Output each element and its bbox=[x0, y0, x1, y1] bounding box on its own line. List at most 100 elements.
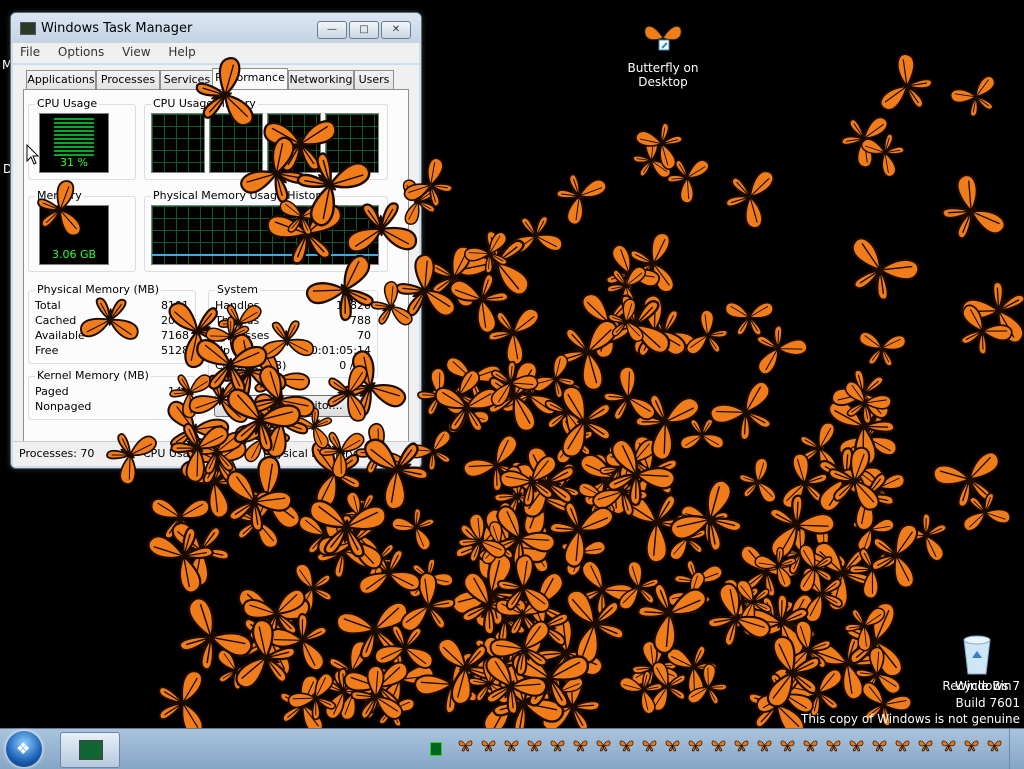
close-button[interactable]: ✕ bbox=[381, 21, 411, 39]
menu-file[interactable]: File bbox=[13, 43, 47, 59]
butterfly-tray-icon[interactable] bbox=[481, 739, 496, 754]
menu-view[interactable]: View bbox=[115, 43, 157, 59]
physical-memory-label: Physical Memory (MB) bbox=[35, 283, 162, 296]
butterfly-tray-icon[interactable] bbox=[941, 739, 956, 754]
task-manager-window[interactable]: Windows Task Manager — □ ✕ File Options … bbox=[10, 12, 422, 469]
tab-users[interactable]: Users bbox=[354, 70, 394, 89]
butterfly-sprite bbox=[474, 501, 519, 546]
butterfly-sprite bbox=[343, 661, 409, 714]
butterfly-tray-icon[interactable] bbox=[504, 739, 519, 754]
butterfly-sprite bbox=[941, 174, 1006, 240]
butterfly-sprite bbox=[679, 418, 725, 450]
butterfly-tray-icon[interactable] bbox=[734, 739, 749, 754]
resource-monitor-button[interactable]: Resource Monitor... bbox=[214, 395, 366, 417]
butterfly-sprite bbox=[631, 638, 678, 687]
butterfly-sprite bbox=[492, 664, 565, 728]
butterfly-sprite bbox=[447, 397, 490, 434]
menu-options[interactable]: Options bbox=[51, 43, 111, 59]
butterfly-tray-icon[interactable] bbox=[665, 739, 680, 754]
km-row: Paged 142 bbox=[35, 385, 189, 400]
butterfly-sprite bbox=[669, 514, 707, 561]
butterfly-tray-icon[interactable] bbox=[803, 739, 818, 754]
butterfly-tray-icon[interactable] bbox=[895, 739, 910, 754]
butterfly-tray-icon[interactable] bbox=[688, 739, 703, 754]
butterfly-sprite bbox=[497, 554, 551, 613]
butterfly-sprite bbox=[738, 457, 777, 504]
taskbar-task-manager[interactable] bbox=[60, 732, 120, 768]
butterfly-sprite bbox=[520, 593, 569, 658]
butterfly-tray-icon[interactable] bbox=[964, 739, 979, 754]
butterfly-sprite bbox=[561, 385, 612, 458]
butterfly-sprite bbox=[315, 517, 378, 579]
km-key: Paged bbox=[35, 385, 69, 398]
butterfly-sprite bbox=[844, 381, 892, 425]
butterfly-sprite bbox=[477, 508, 549, 579]
butterfly-sprite bbox=[932, 451, 1000, 508]
butterfly-sprite bbox=[707, 582, 771, 647]
butterfly-sprite bbox=[474, 594, 527, 643]
sys-row: Up Time 0:01:05:14 bbox=[215, 344, 371, 359]
butterfly-tray-icon[interactable] bbox=[527, 739, 542, 754]
tab-services[interactable]: Services bbox=[160, 70, 214, 89]
butterfly-tray-icon[interactable] bbox=[711, 739, 726, 754]
maximize-button[interactable]: □ bbox=[349, 21, 379, 39]
butterfly-sprite bbox=[158, 670, 204, 728]
menu-help[interactable]: Help bbox=[161, 43, 202, 59]
butterfly-tray-icon[interactable] bbox=[987, 739, 1002, 754]
butterfly-sprite bbox=[487, 361, 538, 432]
tab-applications[interactable]: Applications bbox=[26, 70, 96, 89]
butterfly-tray-icon[interactable] bbox=[780, 739, 795, 754]
butterfly-sprite bbox=[358, 549, 421, 595]
sys-row: Threads 788 bbox=[215, 314, 371, 329]
desktop-icon-butterfly[interactable]: Butterfly on Desktop bbox=[620, 18, 706, 89]
butterfly-tray-icon[interactable] bbox=[596, 739, 611, 754]
butterfly-sprite bbox=[756, 324, 808, 375]
butterfly-sprite bbox=[839, 468, 895, 531]
tab-processes[interactable]: Processes bbox=[96, 70, 160, 89]
butterfly-sprite bbox=[840, 116, 889, 169]
butterfly-sprite bbox=[781, 452, 828, 509]
pm-value: 7168 bbox=[161, 329, 189, 342]
butterfly-sprite bbox=[279, 674, 324, 728]
cpu-usage-label: CPU Usage bbox=[35, 97, 100, 110]
butterfly-sprite bbox=[756, 673, 814, 714]
butterfly-tray-icon[interactable] bbox=[872, 739, 887, 754]
butterfly-sprite bbox=[855, 469, 905, 507]
butterfly-sprite bbox=[450, 553, 525, 627]
km-value: 34 bbox=[175, 400, 189, 413]
butterfly-sprite bbox=[548, 501, 615, 568]
butterfly-sprite bbox=[666, 159, 710, 204]
butterfly-tray-icon[interactable] bbox=[849, 739, 864, 754]
window-title: Windows Task Manager bbox=[41, 21, 193, 36]
start-button[interactable]: ❖ bbox=[6, 731, 42, 767]
memory-history-graph bbox=[151, 205, 379, 265]
minimize-button[interactable]: — bbox=[317, 21, 347, 39]
butterfly-tray-icon[interactable] bbox=[458, 739, 473, 754]
butterfly-tray-icon[interactable] bbox=[757, 739, 772, 754]
title-bar[interactable]: Windows Task Manager — □ ✕ bbox=[11, 13, 421, 43]
butterfly-tray-icon[interactable] bbox=[550, 739, 565, 754]
butterfly-sprite bbox=[560, 531, 607, 577]
butterfly-sprite bbox=[226, 470, 293, 532]
butterfly-sprite bbox=[818, 447, 886, 513]
butterfly-sprite bbox=[499, 572, 567, 637]
butterfly-tray-icon[interactable] bbox=[918, 739, 933, 754]
butterfly-sprite bbox=[487, 307, 540, 366]
butterfly-tray-icon[interactable] bbox=[642, 739, 657, 754]
butterfly-tray-icon[interactable] bbox=[573, 739, 588, 754]
butterfly-tray-icon[interactable] bbox=[619, 739, 634, 754]
butterfly-sprite bbox=[618, 560, 660, 610]
butterfly-sprite bbox=[540, 672, 584, 717]
butterfly-sprite bbox=[632, 136, 671, 179]
tab-performance[interactable]: Performance bbox=[212, 68, 288, 90]
tab-networking[interactable]: Networking bbox=[288, 70, 354, 89]
butterfly-sprite bbox=[511, 652, 589, 708]
cpu-history-graph-1 bbox=[151, 113, 205, 173]
windows-logo-icon: ❖ bbox=[16, 739, 31, 758]
butterfly-sprite bbox=[449, 273, 510, 334]
butterfly-sprite bbox=[629, 232, 675, 293]
butterfly-tray-icon[interactable] bbox=[826, 739, 841, 754]
task-manager-tray-icon[interactable] bbox=[430, 741, 442, 756]
show-desktop-button[interactable] bbox=[1009, 729, 1024, 769]
butterfly-sprite bbox=[555, 173, 608, 226]
